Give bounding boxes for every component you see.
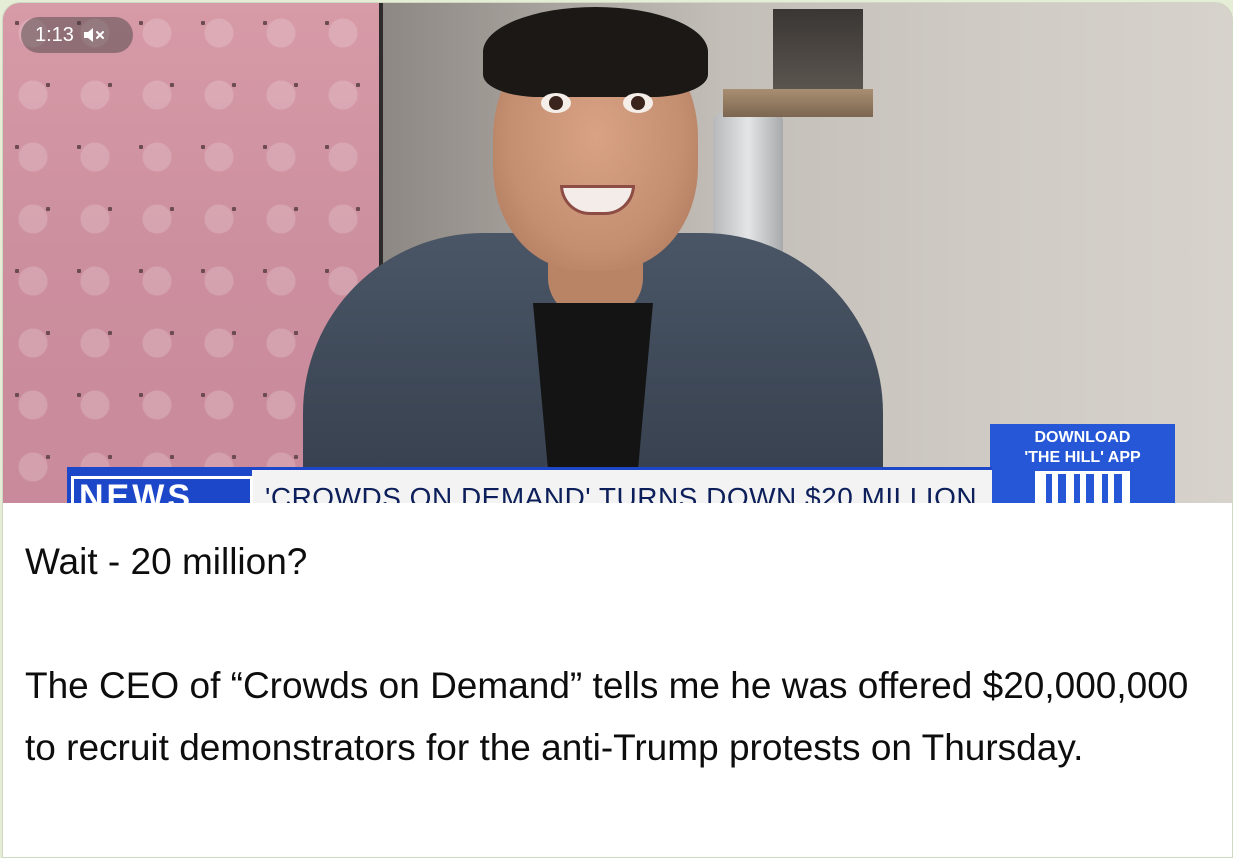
- video-timestamp-pill[interactable]: 1:13: [21, 17, 133, 53]
- person-hair: [483, 7, 708, 97]
- person-eye-left: [541, 93, 571, 113]
- wall-stud: [77, 269, 81, 273]
- wall-stud: [15, 145, 19, 149]
- qr-code-icon: [1035, 471, 1130, 503]
- shelf-object: [773, 9, 863, 89]
- video-timestamp: 1:13: [35, 23, 74, 46]
- news-headline: 'CROWDS ON DEMAND' TURNS DOWN $20 MILLIO…: [265, 482, 978, 503]
- wall-stud: [263, 393, 267, 397]
- message-line-1: Wait - 20 million?: [25, 541, 308, 582]
- wall-stud: [15, 269, 19, 273]
- wall-stud: [356, 207, 360, 211]
- wall-stud: [232, 207, 236, 211]
- wall-stud: [139, 269, 143, 273]
- wall-stud: [201, 269, 205, 273]
- wall-stud: [263, 269, 267, 273]
- wall-stud: [201, 145, 205, 149]
- wall-stud: [15, 393, 19, 397]
- wall-stud: [77, 145, 81, 149]
- wall-stud: [46, 331, 50, 335]
- wall-stud: [232, 455, 236, 459]
- wall-stud: [232, 331, 236, 335]
- wall-stud: [46, 83, 50, 87]
- speaker-muted-icon[interactable]: [82, 26, 106, 44]
- wall-stud: [294, 207, 298, 211]
- promo-line-1: DOWNLOAD: [1034, 429, 1131, 446]
- wall-stud: [294, 83, 298, 87]
- wall-stud: [294, 455, 298, 459]
- promo-line-2: 'THE HILL' APP: [1024, 449, 1141, 466]
- wall-stud: [108, 455, 112, 459]
- wall-stud: [15, 21, 19, 25]
- wall-stud: [325, 269, 329, 273]
- wall-stud: [201, 393, 205, 397]
- news-lower-third: NEWS 'CROWDS ON DEMAND' TURNS DOWN $20 M…: [67, 467, 992, 503]
- wall-stud: [170, 331, 174, 335]
- video-player[interactable]: 1:13 DOWNLOAD 'THE HILL' APP NEWS 'CROWD…: [3, 3, 1232, 503]
- person-eye-right: [623, 93, 653, 113]
- wall-stud: [108, 83, 112, 87]
- shelf: [723, 89, 873, 117]
- wall-stud: [108, 207, 112, 211]
- wall-stud: [46, 455, 50, 459]
- wall-stud: [263, 21, 267, 25]
- wall-stud: [201, 21, 205, 25]
- message-text: Wait - 20 million? The CEO of “Crowds on…: [25, 531, 1220, 779]
- wall-stud: [294, 331, 298, 335]
- wall-stud: [263, 145, 267, 149]
- wall-stud: [139, 21, 143, 25]
- wall-stud: [356, 83, 360, 87]
- wall-stud: [139, 145, 143, 149]
- news-logo: NEWS: [67, 470, 253, 503]
- wall-stud: [170, 207, 174, 211]
- wall-stud: [139, 393, 143, 397]
- wall-stud: [170, 455, 174, 459]
- wall-stud: [325, 145, 329, 149]
- wall-stud: [170, 83, 174, 87]
- wall-stud: [77, 393, 81, 397]
- wall-stud: [325, 21, 329, 25]
- wall-stud: [108, 331, 112, 335]
- message-line-2: The CEO of “Crowds on Demand” tells me h…: [25, 665, 1189, 768]
- wall-stud: [232, 83, 236, 87]
- wall-stud: [46, 207, 50, 211]
- message-bubble: 1:13 DOWNLOAD 'THE HILL' APP NEWS 'CROWD…: [2, 2, 1233, 858]
